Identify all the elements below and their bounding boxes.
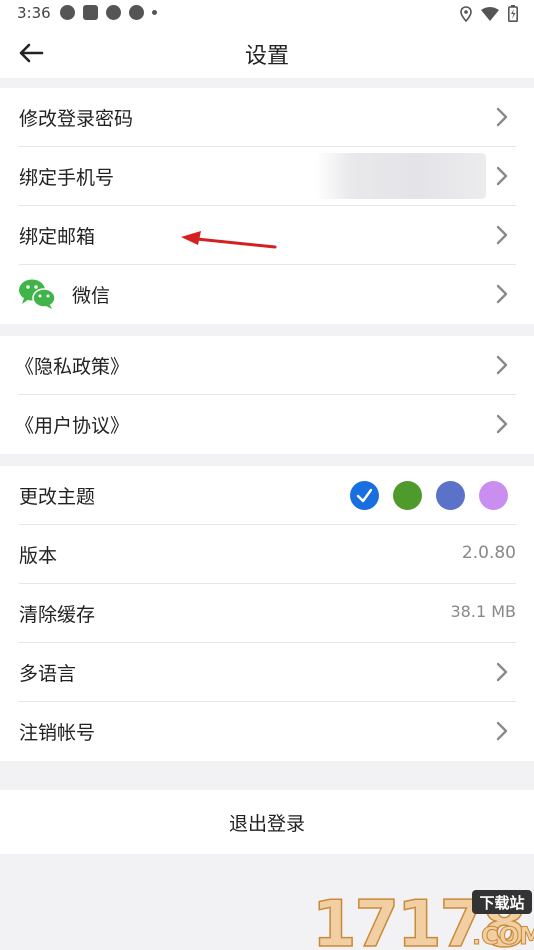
page-title: 设置 xyxy=(244,44,289,69)
settings-section: 更改主题 版本 2.0.80 清除缓存 38.1 MB 多语言 注销帐号 xyxy=(0,466,534,761)
chevron-right-icon xyxy=(496,284,508,304)
more-notifications-icon xyxy=(152,10,157,15)
clear-cache-item[interactable]: 清除缓存 38.1 MB xyxy=(19,584,516,643)
change-password-label: 修改登录密码 xyxy=(19,108,134,130)
theme-label: 更改主题 xyxy=(19,486,96,508)
chevron-right-icon xyxy=(496,355,508,375)
status-time: 3:36 xyxy=(17,4,51,22)
chevron-right-icon xyxy=(496,662,508,682)
theme-color-option[interactable] xyxy=(436,481,465,510)
wechat-icon xyxy=(19,279,55,309)
watermark-badge: 下载站 xyxy=(479,894,524,912)
theme-color-option[interactable] xyxy=(350,481,379,510)
language-label: 多语言 xyxy=(19,663,77,685)
notification-app-icon xyxy=(60,5,75,20)
version-value: 2.0.80 xyxy=(461,543,516,563)
battery-icon xyxy=(508,5,518,22)
cache-size-value: 38.1 MB xyxy=(450,602,517,621)
logout-label: 退出登录 xyxy=(228,813,305,835)
chevron-right-icon xyxy=(496,107,508,127)
theme-item: 更改主题 xyxy=(19,466,516,525)
privacy-policy-label: 《隐私政策》 xyxy=(15,356,130,378)
change-password-item[interactable]: 修改登录密码 xyxy=(19,88,516,147)
red-arrow-annotation-icon xyxy=(181,231,277,249)
status-bar: 3:36 xyxy=(0,0,534,28)
redacted-phone-number xyxy=(316,153,486,199)
location-icon xyxy=(460,5,472,22)
wechat-label: 微信 xyxy=(72,285,111,307)
chevron-right-icon xyxy=(496,166,508,186)
bind-email-label: 绑定邮箱 xyxy=(19,226,96,248)
bind-phone-label: 绑定手机号 xyxy=(19,167,115,189)
theme-color-options xyxy=(350,481,508,510)
theme-color-option[interactable] xyxy=(479,481,508,510)
site-watermark-logo: 17178 下载站 .COM xyxy=(311,888,534,950)
delete-account-item[interactable]: 注销帐号 xyxy=(19,702,516,761)
theme-color-option[interactable] xyxy=(393,481,422,510)
version-item: 版本 2.0.80 xyxy=(19,525,516,584)
logout-button[interactable]: 退出登录 xyxy=(0,790,534,854)
notification-icons xyxy=(60,5,157,20)
app-header: 设置 xyxy=(0,28,534,78)
chevron-right-icon xyxy=(496,414,508,434)
bind-phone-item[interactable]: 绑定手机号 xyxy=(19,147,516,206)
privacy-policy-item[interactable]: 《隐私政策》 xyxy=(15,336,516,395)
watermark-domain: .COM xyxy=(472,922,534,950)
legal-section: 《隐私政策》 《用户协议》 xyxy=(0,336,534,454)
notification-square-icon xyxy=(83,5,98,20)
chevron-right-icon xyxy=(496,721,508,741)
delete-account-label: 注销帐号 xyxy=(19,722,96,744)
language-item[interactable]: 多语言 xyxy=(19,643,516,702)
wechat-item[interactable]: 微信 xyxy=(19,265,516,324)
version-label: 版本 xyxy=(19,545,58,567)
notification-app-icon xyxy=(106,5,121,20)
account-section: 修改登录密码 绑定手机号 绑定邮箱 微信 xyxy=(0,88,534,324)
bind-email-item[interactable]: 绑定邮箱 xyxy=(19,206,516,265)
wifi-icon xyxy=(481,7,499,21)
user-agreement-label: 《用户协议》 xyxy=(15,415,130,437)
user-agreement-item[interactable]: 《用户协议》 xyxy=(15,395,516,454)
clear-cache-label: 清除缓存 xyxy=(19,604,96,626)
notification-app-icon xyxy=(129,5,144,20)
chevron-right-icon xyxy=(496,225,508,245)
system-icons xyxy=(460,5,518,22)
checkmark-icon xyxy=(356,488,373,503)
